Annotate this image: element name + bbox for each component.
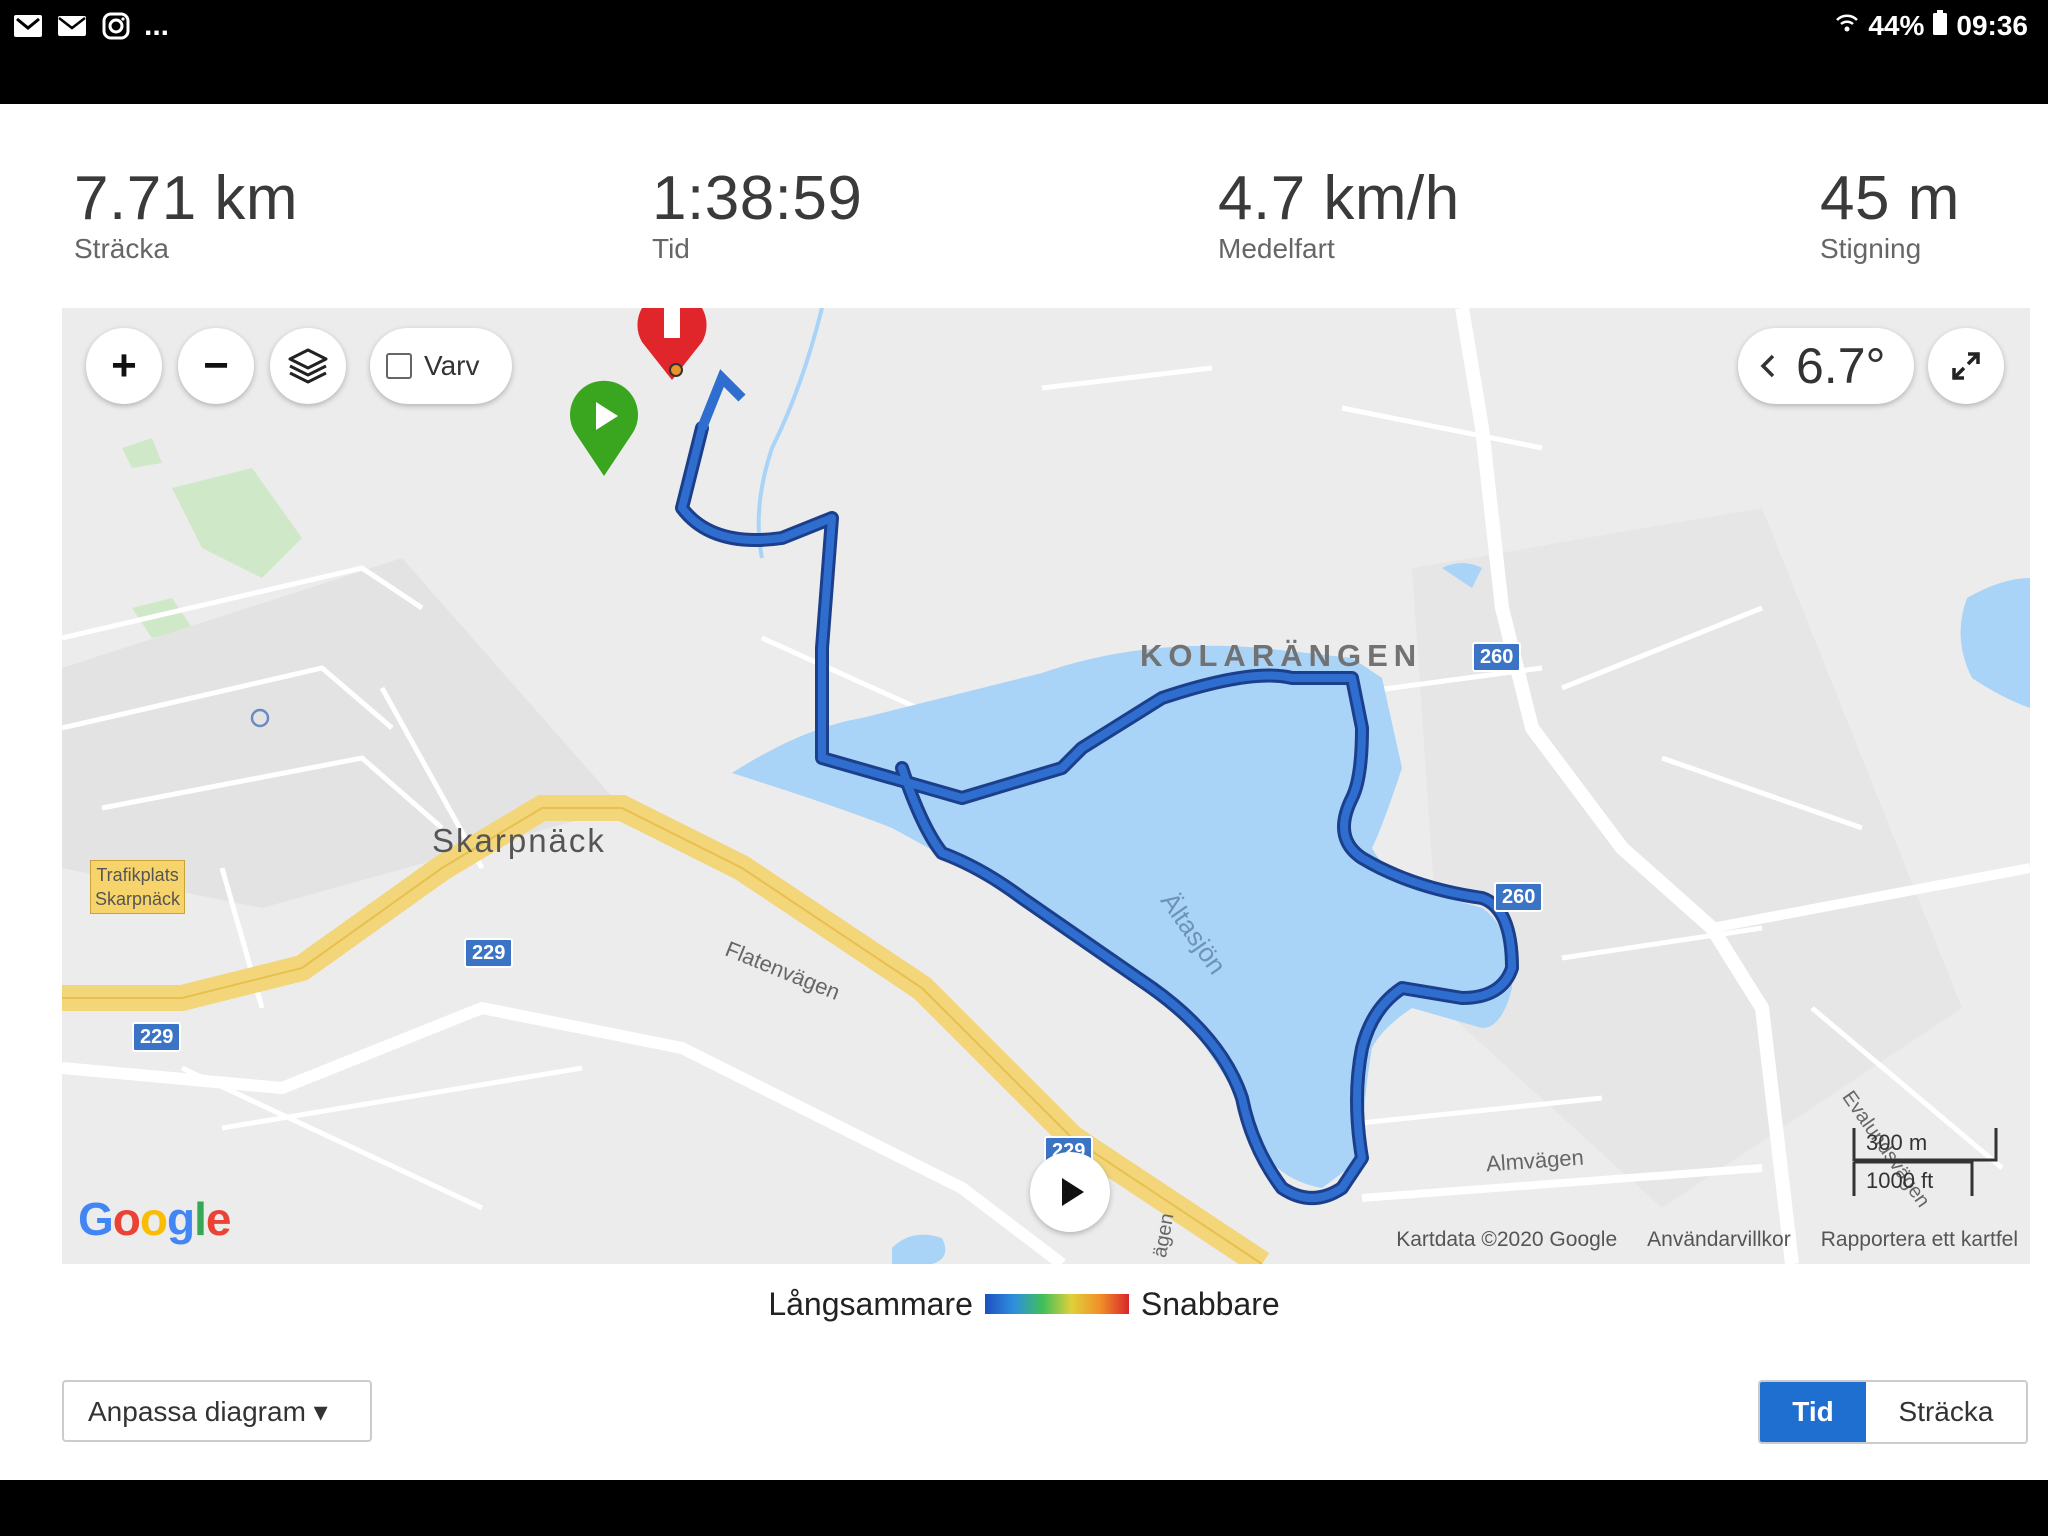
map-data-credit: Kartdata ©2020 Google: [1396, 1228, 1618, 1251]
google-logo: Google: [78, 1193, 231, 1245]
clock: 09:36: [1956, 10, 2028, 41]
small-lake: [1960, 578, 2030, 708]
minus-icon: −: [203, 341, 229, 390]
legend-faster: Snabbare: [1140, 1285, 1280, 1322]
residential-area: [1412, 508, 1962, 1208]
stat-elevation: 45 m Stigning: [1820, 164, 1960, 266]
toggle-time[interactable]: Tid: [1760, 1382, 1866, 1442]
scale-metric: 300 m: [1866, 1130, 1928, 1155]
fullscreen-button[interactable]: [1928, 328, 2004, 404]
mail-icon: [56, 11, 88, 41]
fullscreen-icon: [1952, 352, 1980, 380]
stat-time-value: 1:38:59: [652, 164, 863, 233]
road-almvagen: [1361, 1164, 1763, 1202]
finish-marker-icon[interactable]: [634, 308, 710, 384]
stat-time: 1:38:59 Tid: [652, 164, 862, 266]
laps-toggle[interactable]: Varv: [370, 328, 512, 404]
temperature-value: 6.7°: [1796, 338, 1886, 394]
stat-speed: 4.7 km/h Medelfart: [1218, 164, 1460, 266]
route-track-start: [697, 369, 746, 430]
terms-link[interactable]: Användarvillkor: [1647, 1228, 1791, 1252]
legend-gradient: [984, 1294, 1129, 1314]
stat-elevation-value: 45 m: [1820, 164, 1960, 233]
stat-elevation-label: Stigning: [1820, 233, 1922, 264]
label-kolarangen: KOLARÄNGEN: [1140, 638, 1423, 673]
start-marker-icon[interactable]: [566, 378, 642, 478]
route-shield: 229: [132, 1022, 182, 1052]
stat-distance-value: 7.71 km: [74, 164, 299, 233]
play-route-button[interactable]: [1030, 1152, 1110, 1232]
plus-icon: +: [111, 341, 137, 390]
stat-distance-label: Sträcka: [74, 233, 169, 264]
label-trafikplats-line2: Skarpnäck: [95, 889, 181, 909]
wifi-icon: [1834, 10, 1860, 43]
scale-imperial: 1000 ft: [1866, 1168, 1934, 1193]
route-shield: 229: [464, 938, 514, 968]
route-shield: 260: [1472, 642, 1522, 672]
legend-slower: Långsammare: [768, 1285, 973, 1322]
small-pond: [892, 1234, 946, 1264]
activity-page: 7.71 km Sträcka 1:38:59 Tid 4.7 km/h Med…: [0, 104, 2048, 1480]
layers-button[interactable]: [270, 328, 346, 404]
laps-checkbox[interactable]: [386, 353, 412, 379]
instagram-icon: [100, 11, 132, 41]
zoom-in-button[interactable]: +: [86, 328, 162, 404]
speed-legend: Långsammare Snabbare: [0, 1274, 2048, 1334]
battery-icon: [1932, 9, 1948, 43]
stat-speed-value: 4.7 km/h: [1218, 164, 1460, 233]
status-bar: ... 44% 09:36: [0, 0, 2048, 104]
label-trafikplats: Trafikplats Skarpnäck: [90, 860, 186, 914]
toggle-distance[interactable]: Sträcka: [1866, 1382, 2026, 1442]
laps-label: Varv: [424, 350, 480, 381]
park-area: [122, 438, 162, 468]
stat-distance: 7.71 km Sträcka: [74, 164, 298, 266]
map-canvas: [62, 308, 2030, 1264]
weather-widget[interactable]: 6.7°: [1738, 328, 1914, 404]
customize-chart-dropdown[interactable]: Anpassa diagram ▾: [62, 1380, 372, 1442]
zoom-out-button[interactable]: −: [178, 328, 254, 404]
battery-percent: 44%: [1868, 10, 1925, 41]
x-axis-toggle[interactable]: Tid Sträcka: [1758, 1380, 2028, 1444]
report-map-error-link[interactable]: Rapportera ett kartfel: [1821, 1228, 2018, 1252]
label-trafikplats-line1: Trafikplats: [96, 865, 179, 885]
navigation-bar: [0, 1480, 2048, 1536]
gmail-icon: [12, 11, 44, 41]
layers-icon: [288, 348, 328, 384]
customize-chart-label: Anpassa diagram ▾: [88, 1395, 328, 1427]
scale-bar: 300 m 1000 ft: [1852, 1126, 1998, 1196]
stat-speed-label: Medelfart: [1218, 233, 1335, 264]
more-notifications: ...: [144, 9, 170, 42]
route-shield: 260: [1494, 882, 1544, 912]
park-area: [172, 468, 302, 578]
label-skarpnack: Skarpnäck: [432, 822, 606, 859]
play-icon: [1062, 1178, 1084, 1206]
route-map[interactable]: + − Varv 6.7° KOLARÄNGEN Skarpnäck Ältas…: [62, 308, 2030, 1264]
stat-time-label: Tid: [652, 233, 690, 264]
map-attribution: Kartdata ©2020 Google Användarvillkor Ra…: [1396, 1228, 2018, 1252]
chevron-left-icon[interactable]: [1758, 352, 1778, 380]
